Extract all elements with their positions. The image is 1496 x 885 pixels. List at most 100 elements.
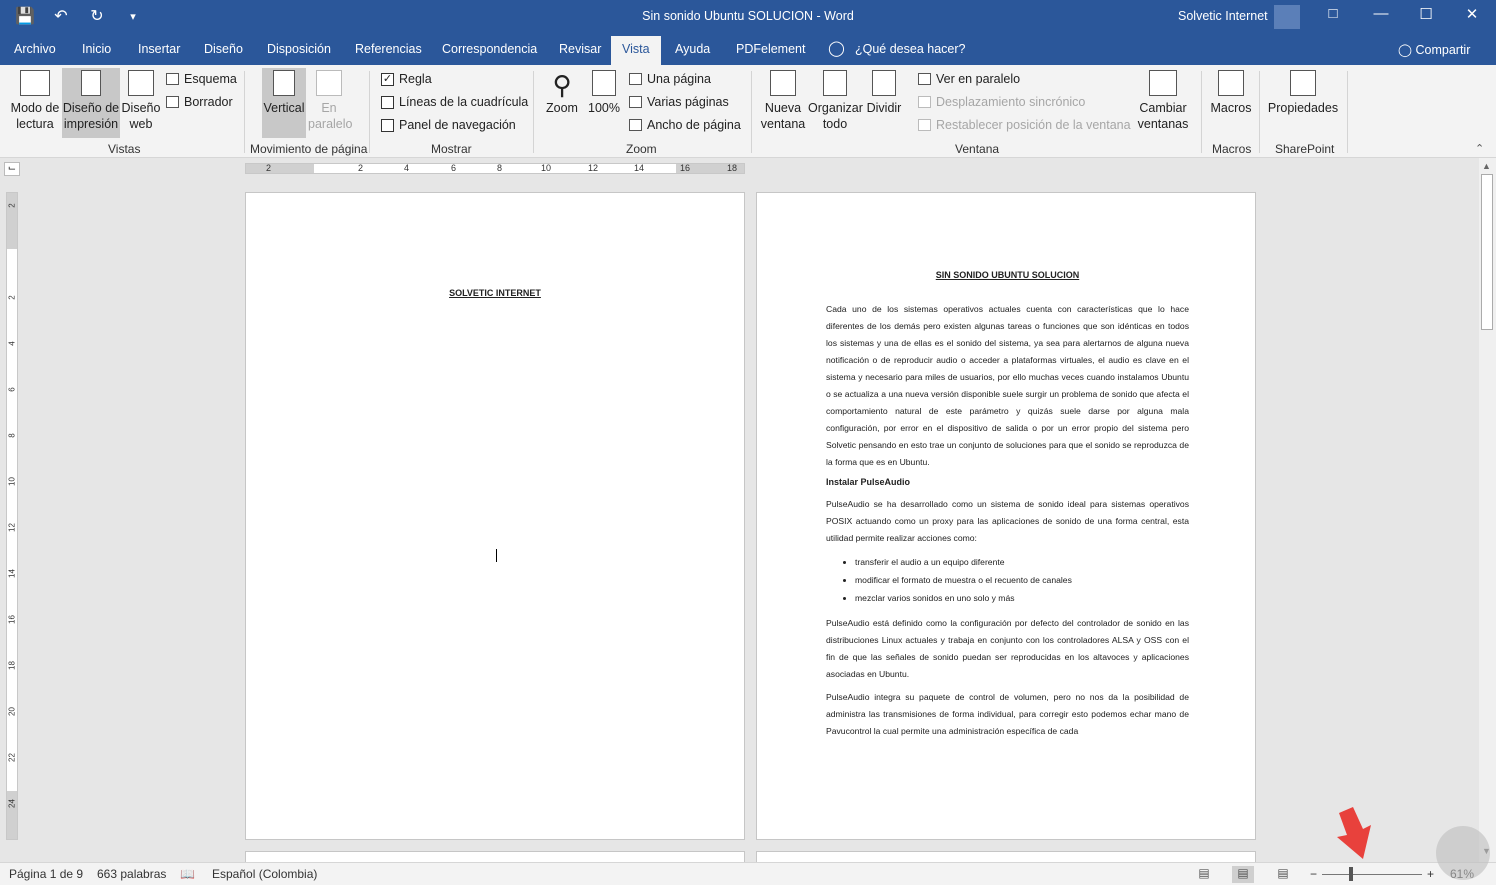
lightbulb-icon: ◯ [828, 40, 845, 57]
ancho-pagina-button[interactable]: Ancho de página [629, 118, 741, 132]
group-label-mostrar: Mostrar [431, 142, 472, 156]
diseno-impresion-button[interactable]: Diseño de impresión [62, 68, 120, 138]
split-icon [872, 70, 896, 96]
page-2[interactable]: SIN SONIDO UBUNTU SOLUCION Cada uno de l… [756, 192, 1256, 840]
tab-referencias[interactable]: Referencias [355, 42, 422, 56]
vertical-ruler[interactable]: 2 2 4 6 8 10 12 14 16 18 20 22 24 [6, 192, 18, 840]
reset-window-icon [918, 119, 931, 131]
vertical-scrollbar[interactable]: ▲ ▼ [1479, 158, 1496, 862]
lineas-checkbox[interactable]: Líneas de la cuadrícula [381, 95, 528, 109]
ruler-tick: 10 [7, 477, 17, 486]
group-separator [369, 71, 370, 153]
zoom-slider[interactable] [1322, 874, 1422, 875]
borrador-button[interactable]: Borrador [166, 95, 233, 109]
collapse-ribbon-icon[interactable]: ⌃ [1475, 142, 1484, 155]
horizontal-ruler[interactable]: 2 2 4 6 8 10 12 14 16 18 [245, 163, 745, 174]
draft-icon [166, 96, 179, 108]
ver-paralelo-button[interactable]: Ver en paralelo [918, 72, 1020, 86]
zoom-100-button[interactable]: 100% [587, 70, 621, 116]
status-bar: Página 1 de 9 663 palabras 📖 Español (Co… [0, 862, 1496, 885]
ruler-tick: 2 [358, 163, 364, 173]
minimize-icon[interactable]: — [1366, 5, 1396, 22]
paragraph: Cada uno de los sistemas operativos actu… [826, 304, 1189, 467]
dividir-label: Dividir [866, 101, 902, 115]
tab-vista[interactable]: Vista [611, 36, 661, 65]
diseno-web-button[interactable]: Diseño web [121, 70, 161, 132]
tab-insertar[interactable]: Insertar [138, 42, 180, 56]
modo-lectura-label: Modo de lectura [10, 101, 60, 131]
zoom-button[interactable]: ⚲ Zoom [543, 70, 581, 116]
list-item: mezclar varios sonidos en uno solo y más [855, 589, 1189, 607]
title-bar: 💾 ↶ ↻ ▾ Sin sonido Ubuntu SOLUCION - Wor… [0, 0, 1496, 34]
dividir-button[interactable]: Dividir [865, 70, 903, 116]
propiedades-button[interactable]: Propiedades [1267, 70, 1339, 116]
new-window-icon [770, 70, 796, 96]
web-layout-view-icon[interactable]: ▤ [1272, 866, 1294, 883]
tab-diseno[interactable]: Diseño [204, 42, 243, 56]
desplazamiento-button: Desplazamiento sincrónico [918, 95, 1085, 109]
share-button[interactable]: ◯ Compartir [1398, 42, 1470, 57]
ribbon-display-options-icon[interactable]: □ [1318, 5, 1348, 22]
bullet-list: transferir el audio a un equipo diferent… [855, 553, 1189, 607]
tab-pdfelement[interactable]: PDFelement [736, 42, 805, 56]
group-separator [1347, 71, 1348, 153]
ruler-tick: 6 [7, 387, 17, 392]
ruler-tick: 2 [266, 163, 272, 173]
modo-lectura-button[interactable]: Modo de lectura [7, 70, 63, 132]
side-by-side-icon [316, 70, 342, 96]
nueva-ventana-button[interactable]: Nueva ventana [759, 70, 807, 132]
group-separator [1201, 71, 1202, 153]
page-count[interactable]: Página 1 de 9 [9, 867, 83, 881]
user-name[interactable]: Solvetic Internet [1178, 9, 1268, 23]
window-title: Sin sonido Ubuntu SOLUCION - Word [642, 9, 854, 23]
una-pagina-button[interactable]: Una página [629, 72, 711, 86]
language[interactable]: Español (Colombia) [212, 867, 317, 881]
page-1[interactable]: SOLVETIC INTERNET [245, 192, 745, 840]
word-count[interactable]: 663 palabras [97, 867, 166, 881]
close-icon[interactable]: ✕ [1457, 5, 1487, 23]
tab-inicio[interactable]: Inicio [82, 42, 111, 56]
ruler-tick: 2 [7, 295, 17, 300]
ruler-tick: 6 [451, 163, 457, 173]
tab-correspondencia[interactable]: Correspondencia [442, 42, 537, 56]
ancho-pagina-label: Ancho de página [647, 118, 741, 132]
zoom-out-icon[interactable]: − [1310, 867, 1317, 881]
page-width-icon [629, 119, 642, 131]
macros-button[interactable]: Macros [1209, 70, 1253, 116]
tab-revisar[interactable]: Revisar [559, 42, 601, 56]
tell-me-search[interactable]: ¿Qué desea hacer? [855, 42, 966, 56]
borrador-label: Borrador [184, 95, 233, 109]
tab-selector[interactable]: ⌙ [4, 162, 20, 176]
page-2-content: SIN SONIDO UBUNTU SOLUCION Cada uno de l… [826, 270, 1189, 746]
group-label-macros: Macros [1212, 142, 1252, 156]
avatar[interactable] [1274, 5, 1300, 29]
hundred-percent-icon [592, 70, 616, 96]
scrollbar-thumb[interactable] [1481, 174, 1493, 330]
esquema-button[interactable]: Esquema [166, 72, 237, 86]
vertical-button[interactable]: Vertical [262, 68, 306, 138]
ruler-tick: 14 [7, 569, 17, 578]
print-layout-view-icon[interactable]: ▤ [1232, 866, 1254, 883]
zoom-in-icon[interactable]: + [1427, 867, 1434, 881]
sharepoint-properties-icon [1290, 70, 1316, 96]
text-cursor [496, 549, 497, 562]
group-separator [533, 71, 534, 153]
proofing-icon[interactable]: 📖 [180, 867, 195, 881]
group-label-ventana: Ventana [955, 142, 1000, 156]
zoom-slider-thumb[interactable] [1349, 867, 1353, 881]
tab-archivo[interactable]: Archivo [14, 42, 56, 56]
vertical-scroll-icon [273, 70, 295, 96]
varias-paginas-button[interactable]: Varias páginas [629, 95, 729, 109]
maximize-icon[interactable]: ☐ [1411, 5, 1441, 23]
tab-ayuda[interactable]: Ayuda [675, 42, 710, 56]
ruler-tick: 8 [497, 163, 503, 173]
desplazamiento-label: Desplazamiento sincrónico [936, 95, 1086, 109]
tab-disposicion[interactable]: Disposición [267, 42, 331, 56]
cambiar-ventanas-button[interactable]: Cambiar ventanas [1133, 70, 1193, 132]
panel-checkbox[interactable]: Panel de navegación [381, 118, 516, 132]
scroll-up-icon[interactable]: ▲ [1482, 161, 1491, 171]
list-item: modificar el formato de muestra o el rec… [855, 571, 1189, 589]
organizar-todo-button[interactable]: Organizar todo [808, 70, 863, 132]
read-mode-view-icon[interactable]: ▤ [1193, 866, 1215, 883]
regla-checkbox[interactable]: ✓ Regla [381, 72, 432, 86]
